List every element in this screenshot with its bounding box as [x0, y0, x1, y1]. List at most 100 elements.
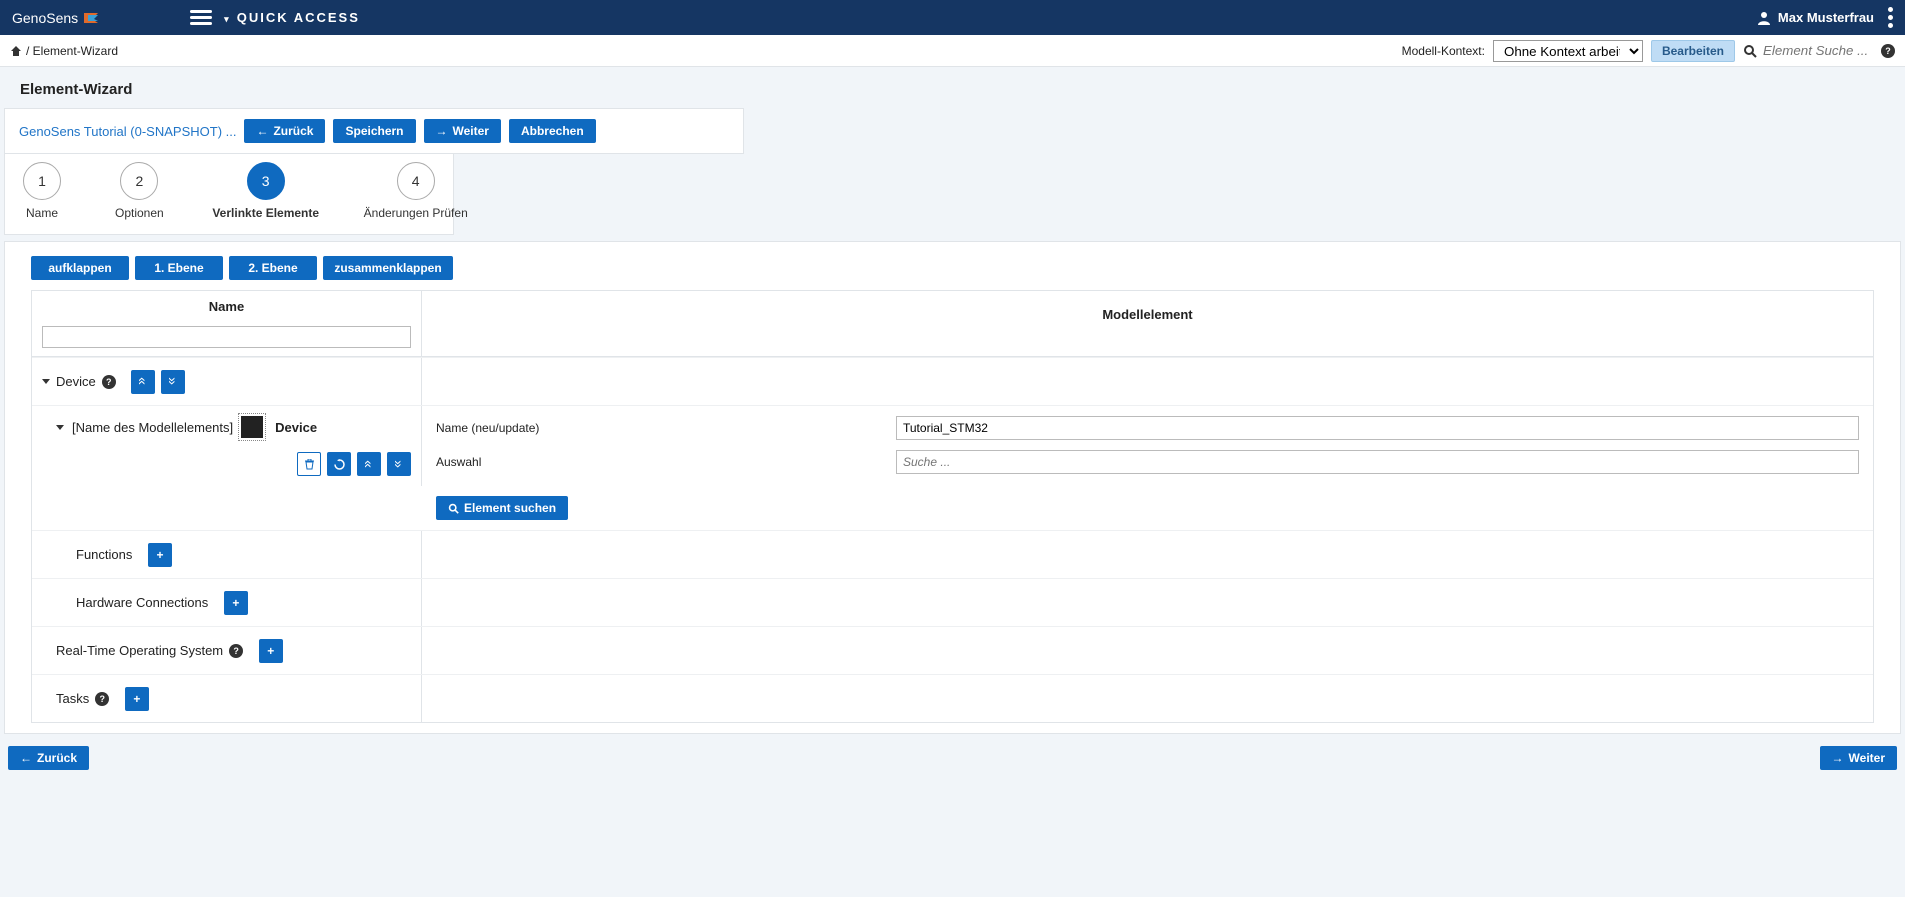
double-up-icon	[365, 457, 373, 472]
add-hardware-button[interactable]: +	[224, 591, 248, 615]
delete-button[interactable]	[297, 452, 321, 476]
step-2[interactable]: 2 Optionen	[115, 162, 164, 220]
search-element-button[interactable]: Element suchen	[436, 496, 568, 520]
kebab-menu-icon[interactable]	[1888, 7, 1893, 28]
level1-button[interactable]: 1. Ebene	[135, 256, 223, 280]
save-button[interactable]: Speichern	[333, 119, 415, 143]
hamburger-menu-icon[interactable]	[190, 10, 212, 25]
search-icon	[1743, 44, 1757, 58]
context-label: Modell-Kontext:	[1402, 44, 1485, 58]
main-panel: aufklappen 1. Ebene 2. Ebene zusammenkla…	[4, 241, 1901, 734]
footer-back-button[interactable]: Zurück	[8, 746, 89, 770]
user-menu[interactable]: Max Musterfrau	[1756, 10, 1874, 26]
step-1[interactable]: 1 Name	[23, 162, 61, 220]
refresh-icon	[334, 459, 345, 470]
arrow-left-icon	[256, 124, 268, 138]
step-circle: 2	[120, 162, 158, 200]
caret-icon[interactable]	[42, 379, 50, 384]
app-header: GenoSens QUICK ACCESS Max Musterfrau	[0, 0, 1905, 35]
step-3[interactable]: 3 Verlinkte Elemente	[218, 162, 314, 220]
wizard-toolbar: GenoSens Tutorial (0-SNAPSHOT) ... Zurüc…	[4, 108, 744, 154]
auswahl-input[interactable]	[896, 450, 1859, 474]
name-input[interactable]	[896, 416, 1859, 440]
add-task-button[interactable]: +	[125, 687, 149, 711]
plus-icon: +	[156, 548, 163, 562]
username-label: Max Musterfrau	[1778, 10, 1874, 25]
plus-icon: +	[133, 692, 140, 706]
context-select[interactable]: Ohne Kontext arbeiten	[1493, 40, 1643, 62]
logo-shape-icon	[82, 11, 100, 25]
add-rtos-button[interactable]: +	[259, 639, 283, 663]
expand-level-button[interactable]	[387, 452, 411, 476]
tree-actions: aufklappen 1. Ebene 2. Ebene zusammenkla…	[5, 242, 1900, 290]
project-link[interactable]: GenoSens Tutorial (0-SNAPSHOT) ...	[19, 124, 236, 139]
collapse-level-button[interactable]	[357, 452, 381, 476]
arrow-right-icon	[436, 124, 448, 138]
chevron-down-icon	[224, 10, 231, 25]
search-input[interactable]	[1763, 43, 1873, 58]
double-down-icon	[395, 457, 403, 472]
quick-access-menu[interactable]: QUICK ACCESS	[224, 10, 360, 25]
plus-icon: +	[267, 644, 274, 658]
col-model-header: Modellelement	[422, 291, 1873, 330]
user-icon	[1756, 10, 1772, 26]
help-icon[interactable]: ?	[95, 692, 109, 706]
chip-icon	[241, 416, 263, 438]
arrow-left-icon	[20, 751, 32, 765]
element-placeholder-label: [Name des Modellelements]	[72, 420, 233, 435]
form-auswahl-label: Auswahl	[436, 455, 896, 469]
cancel-button[interactable]: Abbrechen	[509, 119, 596, 143]
page-title: Element-Wizard	[0, 67, 1905, 108]
form-name-label: Name (neu/update)	[436, 421, 896, 435]
step-label: Name	[26, 206, 58, 220]
global-search[interactable]	[1743, 43, 1873, 58]
expand-level-button[interactable]	[161, 370, 185, 394]
collapse-all-button[interactable]: zusammenklappen	[323, 256, 453, 280]
element-grid: Name Modellelement Device ?	[31, 290, 1874, 723]
footer-next-button[interactable]: Weiter	[1820, 746, 1897, 770]
step-label: Optionen	[115, 206, 164, 220]
step-circle: 3	[247, 162, 285, 200]
add-function-button[interactable]: +	[148, 543, 172, 567]
breadcrumb-text: / Element-Wizard	[26, 44, 118, 58]
double-up-icon	[139, 374, 147, 389]
help-icon[interactable]: ?	[229, 644, 243, 658]
plus-icon: +	[232, 596, 239, 610]
help-icon[interactable]: ?	[102, 375, 116, 389]
expand-all-button[interactable]: aufklappen	[31, 256, 129, 280]
collapse-level-button[interactable]	[131, 370, 155, 394]
step-circle: 1	[23, 162, 61, 200]
help-icon[interactable]: ?	[1881, 44, 1895, 58]
col-name-header: Name	[32, 291, 421, 322]
tree-row-rtos: Real-Time Operating System ? +	[32, 626, 1873, 674]
logo-text: GenoSens	[12, 10, 78, 26]
caret-icon[interactable]	[56, 425, 64, 430]
step-circle: 4	[397, 162, 435, 200]
home-icon[interactable]	[10, 45, 22, 57]
search-icon	[448, 503, 459, 514]
tree-row-tasks: Tasks ? +	[32, 674, 1873, 722]
quick-access-label: QUICK ACCESS	[237, 10, 360, 25]
level2-button[interactable]: 2. Ebene	[229, 256, 317, 280]
functions-label: Functions	[76, 547, 132, 562]
step-label: Änderungen Prüfen	[364, 206, 468, 220]
tree-row-functions: Functions +	[32, 530, 1873, 578]
refresh-button[interactable]	[327, 452, 351, 476]
rtos-label: Real-Time Operating System	[56, 643, 223, 658]
app-logo: GenoSens	[12, 10, 100, 26]
arrow-right-icon	[1832, 751, 1844, 765]
tree-row-element: [Name des Modellelements] Device	[32, 405, 1873, 530]
wizard-steps: 1 Name 2 Optionen 3 Verlinkte Elemente 4…	[4, 154, 454, 235]
footer-nav: Zurück Weiter	[0, 740, 1905, 780]
edit-button[interactable]: Bearbeiten	[1651, 40, 1735, 62]
device-label: Device	[56, 374, 96, 389]
tree-row-hardware: Hardware Connections +	[32, 578, 1873, 626]
tree-row-device: Device ?	[32, 357, 1873, 405]
back-button[interactable]: Zurück	[244, 119, 325, 143]
double-down-icon	[169, 374, 177, 389]
next-button[interactable]: Weiter	[424, 119, 501, 143]
trash-icon	[304, 459, 315, 470]
element-type-label: Device	[275, 420, 317, 435]
step-4[interactable]: 4 Änderungen Prüfen	[368, 162, 464, 220]
name-filter-input[interactable]	[42, 326, 411, 348]
